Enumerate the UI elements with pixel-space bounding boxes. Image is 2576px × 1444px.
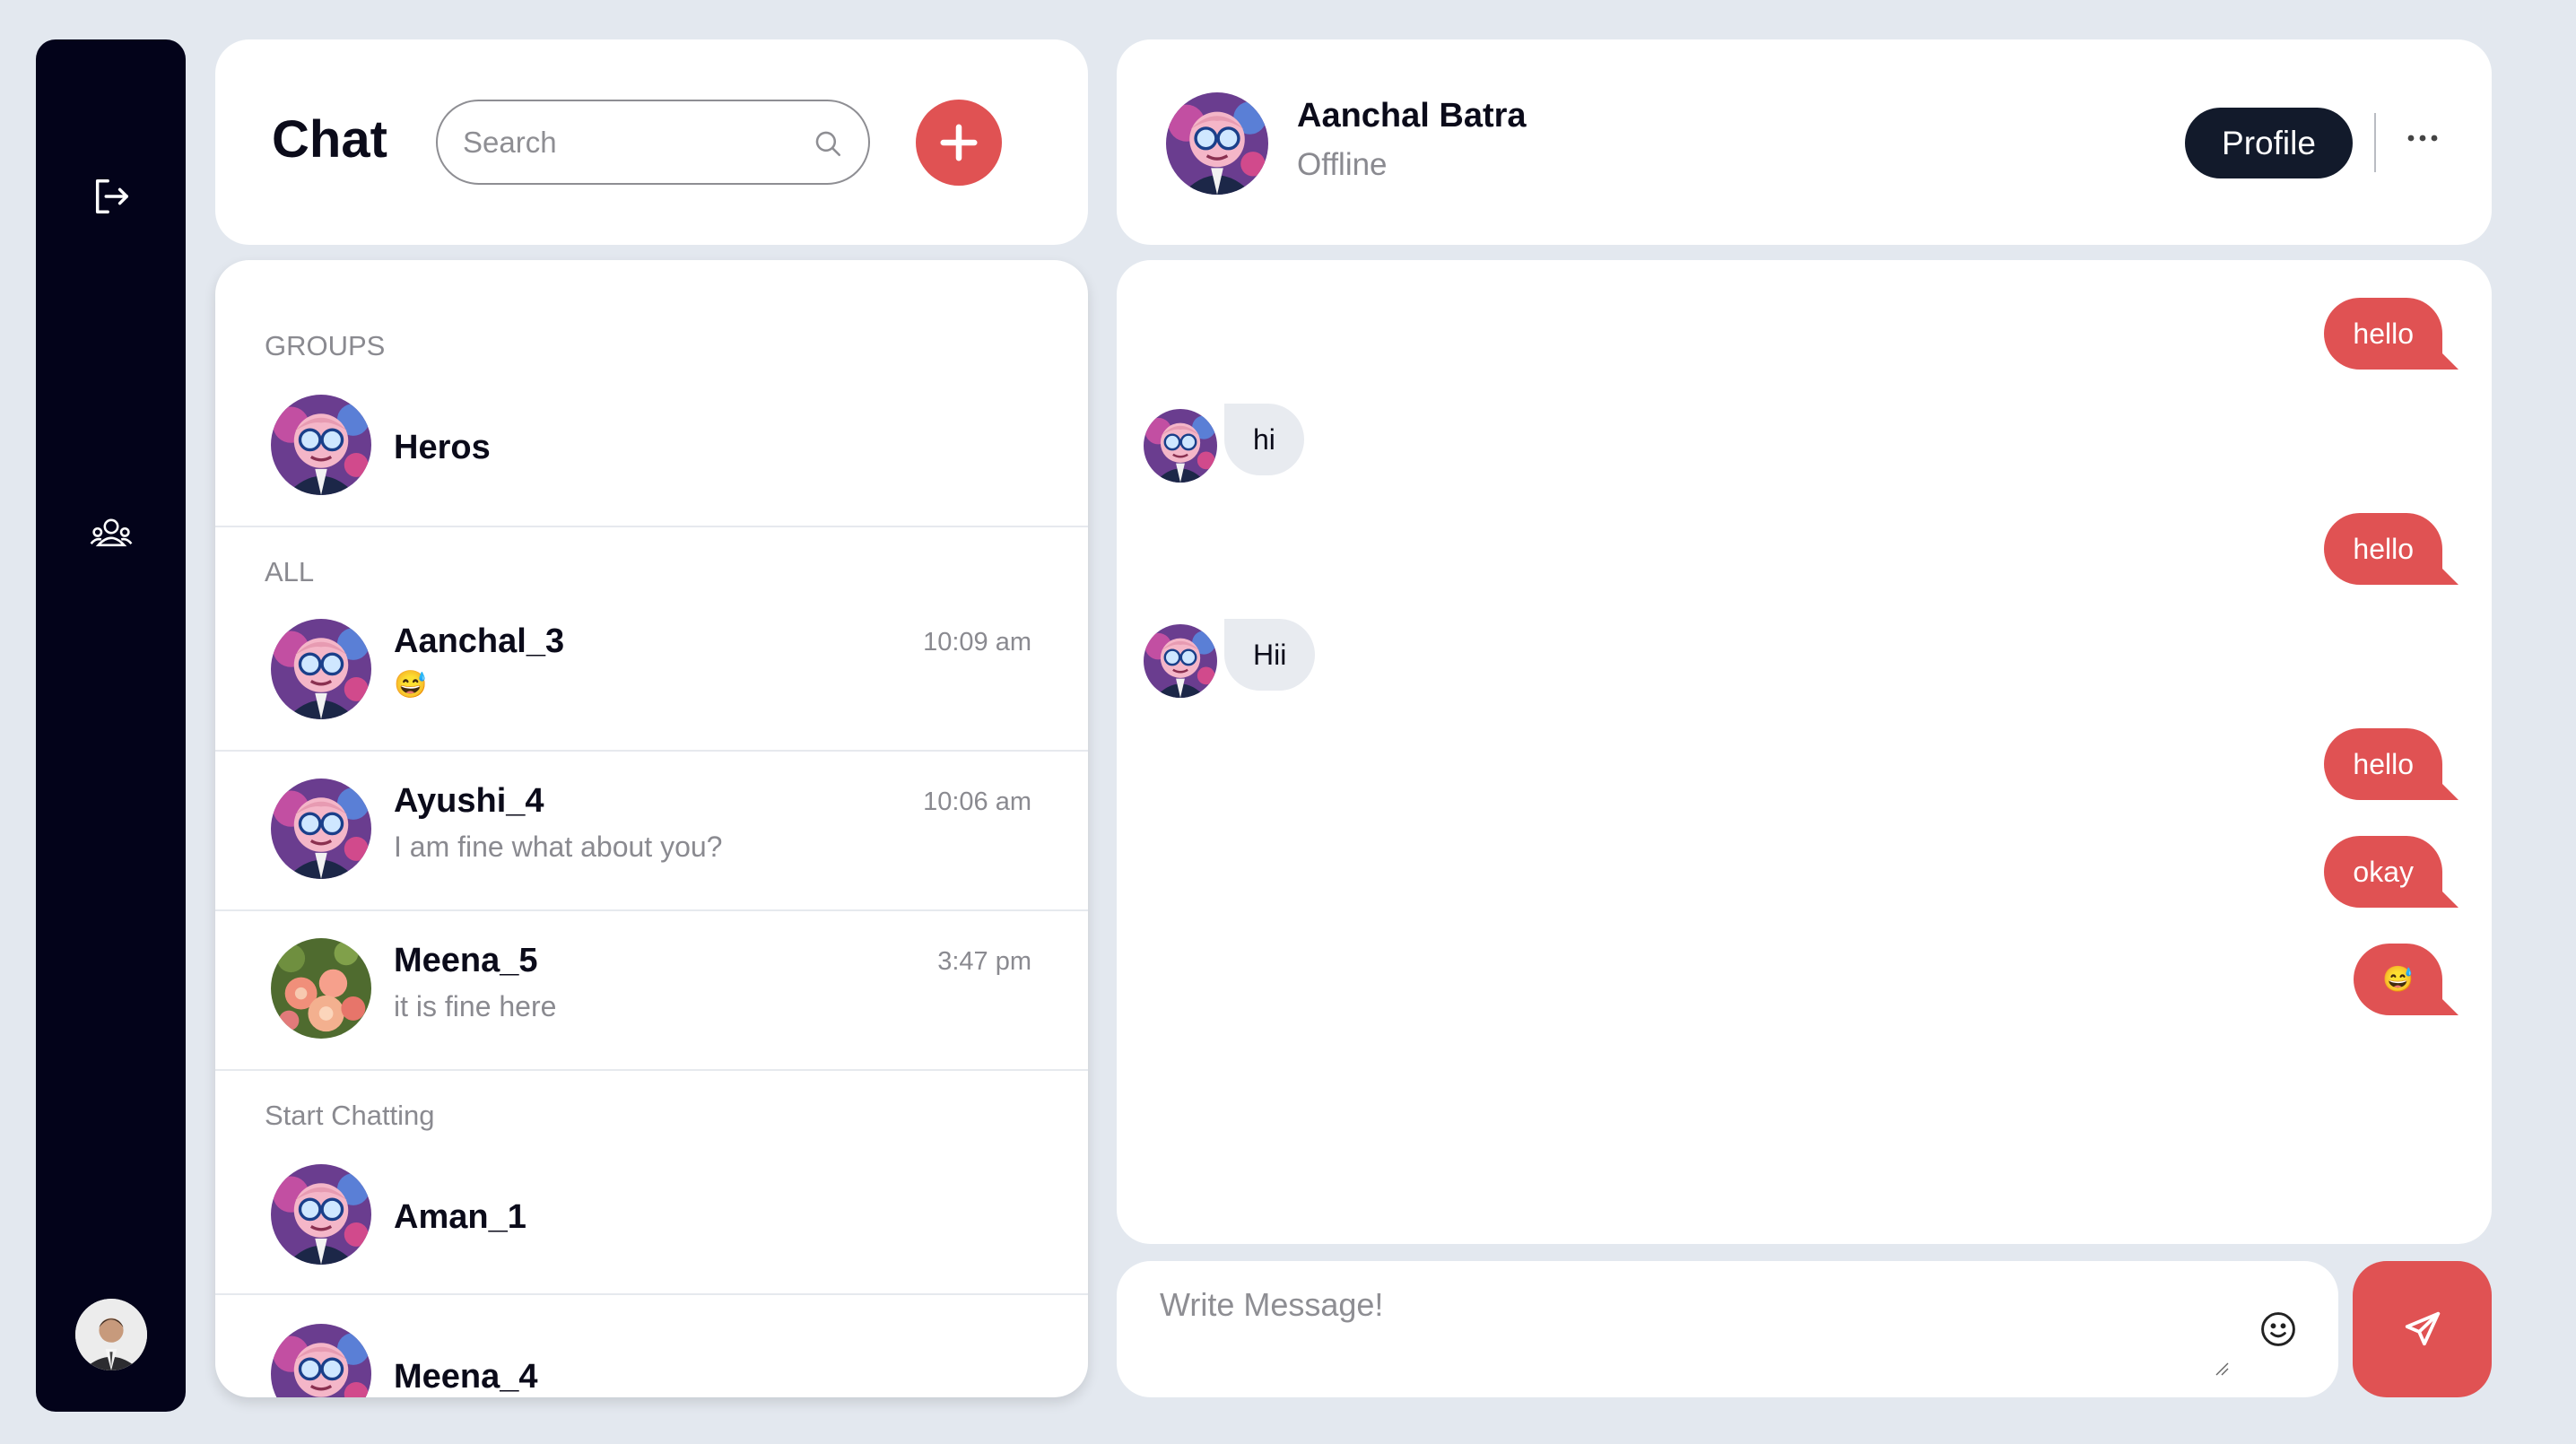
message-input[interactable] [1158, 1284, 2265, 1378]
divider [215, 750, 1088, 752]
avatar [271, 1324, 371, 1397]
plus-icon [940, 124, 978, 161]
chat-name: Aanchal_3 [394, 622, 565, 660]
chat-time: 10:09 am [923, 628, 1031, 657]
chat-list: GROUPS Heros ALL Aanchal_3 😅 10:09 am Ay… [215, 260, 1088, 1397]
divider [215, 526, 1088, 527]
list-item-aanchal-3[interactable]: Aanchal_3 😅 10:09 am [215, 619, 1088, 744]
divider [215, 1293, 1088, 1295]
emoji-icon[interactable] [2258, 1309, 2298, 1353]
chat-name: Heros [394, 429, 491, 466]
chat-list-header: Chat [215, 39, 1088, 245]
message-bubble-outgoing: hello [2324, 728, 2459, 800]
message-composer [1117, 1261, 2338, 1397]
chat-time: 10:06 am [923, 787, 1031, 816]
chat-preview: I am fine what about you? [394, 831, 723, 863]
chat-time: 3:47 pm [937, 947, 1031, 976]
profile-button[interactable]: Profile [2185, 108, 2353, 178]
list-item-meena-4[interactable]: Meena_4 [215, 1324, 1088, 1397]
divider [215, 1069, 1088, 1071]
send-button[interactable] [2353, 1261, 2492, 1397]
chat-name: Meena_5 [394, 942, 538, 979]
page-title: Chat [272, 110, 387, 169]
groups-section-label: GROUPS [265, 330, 386, 361]
avatar[interactable] [75, 1299, 147, 1370]
avatar [271, 619, 371, 719]
avatar [271, 395, 371, 495]
message-bubble-outgoing: hello [2324, 298, 2459, 370]
search-input[interactable] [461, 119, 805, 166]
message-bubble-incoming: hi [1224, 404, 1304, 475]
message-bubble-outgoing: 😅 [2354, 944, 2459, 1015]
search-box [436, 100, 870, 185]
chat-name: Ayushi_4 [394, 782, 544, 820]
logout-icon[interactable] [91, 176, 132, 222]
avatar [271, 1164, 371, 1265]
conversation-header: Aanchal Batra Offline Profile [1117, 39, 2492, 245]
message-bubble-outgoing: hello [2324, 513, 2459, 585]
avatar [1144, 624, 1217, 698]
start-chatting-section-label: Start Chatting [265, 1100, 435, 1131]
message-bubble-incoming: Hii [1224, 619, 1316, 691]
resize-handle-icon[interactable] [2215, 1361, 2229, 1380]
chat-preview: 😅 [394, 670, 428, 700]
avatar [1144, 409, 1217, 483]
message-thread: hello hi hello Hii hello okay 😅 [1117, 260, 2492, 1244]
list-item-aman-1[interactable]: Aman_1 [215, 1164, 1088, 1284]
contact-name: Aanchal Batra [1297, 97, 1527, 135]
list-item-group-heros[interactable]: Heros [215, 395, 1088, 515]
sidebar-rail [36, 39, 186, 1412]
contact-status: Offline [1297, 147, 1388, 182]
avatar[interactable] [1166, 92, 1268, 195]
list-item-ayushi-4[interactable]: Ayushi_4 I am fine what about you? 10:06… [215, 779, 1088, 904]
list-item-meena-5[interactable]: Meena_5 it is fine here 3:47 pm [215, 938, 1088, 1064]
avatar [271, 779, 371, 879]
all-section-label: ALL [265, 556, 315, 587]
chat-name: Meena_4 [394, 1358, 538, 1396]
message-bubble-outgoing: okay [2324, 836, 2459, 908]
chat-name: Aman_1 [394, 1198, 527, 1236]
users-icon[interactable] [90, 516, 133, 556]
chat-preview: it is fine here [394, 990, 557, 1022]
send-icon [2405, 1311, 2440, 1346]
avatar [271, 938, 371, 1039]
new-chat-button[interactable] [916, 100, 1002, 186]
search-icon[interactable] [813, 128, 843, 163]
divider [2374, 113, 2376, 172]
more-options-icon[interactable] [2406, 131, 2439, 147]
divider [215, 909, 1088, 911]
